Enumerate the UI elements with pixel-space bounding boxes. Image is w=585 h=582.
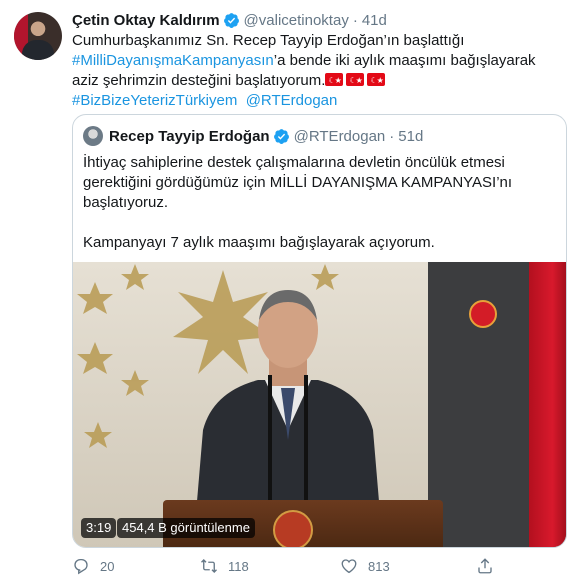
quoted-tweet-header: Recep Tayyip Erdoğan @RTErdogan · 51d: [83, 125, 423, 147]
mention-link[interactable]: @RTErdogan: [246, 92, 338, 109]
separator-dot: ·: [389, 127, 395, 145]
video-player[interactable]: 3:19 454,4 B görüntülenme: [73, 262, 566, 547]
tweet-text: Cumhurbaşkanımız Sn. Recep Tayyip Erdoğa…: [72, 31, 542, 111]
author-handle[interactable]: @valicetinoktay: [244, 12, 349, 29]
tweet-timestamp[interactable]: 41d: [362, 12, 387, 29]
reply-icon: [74, 558, 88, 575]
like-button[interactable]: 813: [340, 557, 390, 575]
video-duration: 3:19: [81, 518, 117, 538]
share-icon: [478, 558, 492, 574]
quoted-tweet-text: İhtiyaç sahiplerine destek çalışmalarına…: [83, 153, 558, 253]
separator-dot: ·: [352, 11, 358, 29]
quoted-paragraph: İhtiyaç sahiplerine destek çalışmalarına…: [83, 154, 513, 211]
heart-icon: [341, 559, 357, 574]
reply-count: 20: [100, 558, 115, 574]
presidential-seal-image: [469, 300, 497, 328]
tweet-text-part: Cumhurbaşkanımız Sn. Recep Tayyip Erdoğa…: [72, 32, 465, 49]
quoted-author-avatar: [83, 126, 103, 146]
turkey-flag-emoji: [367, 71, 386, 91]
hashtag-link[interactable]: #BizBizeYeterizTürkiyem: [72, 92, 237, 109]
quoted-tweet[interactable]: Recep Tayyip Erdoğan @RTErdogan · 51d İh…: [72, 114, 567, 548]
retweet-count: 118: [228, 558, 249, 574]
video-view-count: 454,4 B görüntülenme: [117, 518, 255, 538]
quoted-author-handle[interactable]: @RTErdogan: [294, 128, 386, 145]
turkey-flag-emoji: [346, 71, 365, 91]
quoted-timestamp[interactable]: 51d: [398, 128, 423, 145]
verified-badge-icon: [223, 12, 239, 28]
quoted-paragraph: Kampanyayı 7 aylık maaşımı bağışlayarak …: [83, 234, 435, 251]
reply-button[interactable]: 20: [72, 557, 114, 575]
flag-image: [529, 262, 566, 547]
tweet[interactable]: Çetin Oktay Kaldırım @valicetinoktay · 4…: [0, 0, 585, 582]
verified-badge-icon: [273, 128, 289, 144]
tweet-actions: 20 118 813: [72, 555, 532, 579]
share-button[interactable]: [476, 557, 504, 575]
tweet-header: Çetin Oktay Kaldırım @valicetinoktay · 4…: [72, 10, 387, 30]
turkey-flag-emoji: [325, 71, 344, 91]
quoted-author-name[interactable]: Recep Tayyip Erdoğan: [109, 128, 270, 145]
retweet-icon: [201, 559, 217, 573]
like-count: 813: [368, 558, 390, 574]
hashtag-link[interactable]: #MilliDayanışmaKampanyasın: [72, 52, 274, 69]
author-avatar[interactable]: [14, 12, 62, 60]
retweet-button[interactable]: 118: [200, 557, 249, 575]
author-name[interactable]: Çetin Oktay Kaldırım: [72, 12, 220, 29]
